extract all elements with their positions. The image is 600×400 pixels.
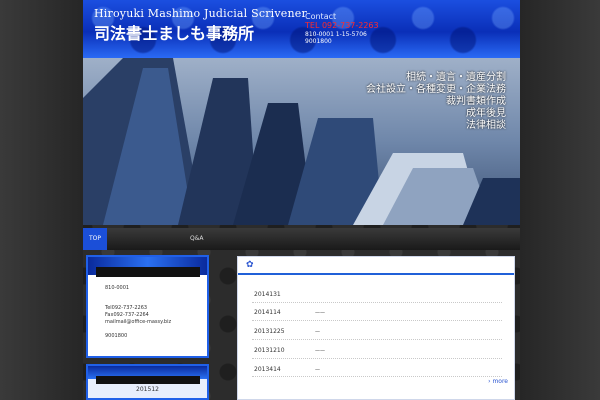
hero-service-line: 会社設立・各種変更・企業法務: [366, 84, 506, 95]
news-date: 2014131: [254, 291, 281, 298]
news-divider: [252, 376, 502, 377]
news-divider: [252, 302, 502, 303]
news-divider: [252, 358, 502, 359]
page-background-right: [520, 0, 600, 400]
more-link[interactable]: › more: [488, 378, 508, 385]
contact-address: 810-0001 1-15-5706: [305, 31, 367, 38]
calendar-month: 201512: [136, 386, 159, 393]
contact-hours: 9001800: [305, 38, 332, 45]
news-title[interactable]: ——: [315, 310, 325, 316]
hero-service-line: 法律相談: [466, 120, 506, 131]
news-divider: [252, 339, 502, 340]
news-date: 20131225: [254, 328, 285, 335]
calendar-header-bar: [96, 376, 200, 384]
hero-service-line: 成年後見: [466, 108, 506, 119]
news-date: 2014114: [254, 309, 281, 316]
calendar-box: 201512: [86, 364, 209, 400]
nav-item-qa[interactable]: Q&A: [190, 228, 220, 250]
main-nav: TOP Q&A: [83, 228, 520, 250]
news-panel: ✿ 2014131 2014114 —— 20131225 — 20131210…: [237, 256, 515, 400]
news-divider: [252, 320, 502, 321]
contact-label: Contact: [305, 12, 337, 21]
hero-service-line: 相続・遺言・遺産分割: [406, 72, 506, 83]
office-mail[interactable]: mailmail@office-massy.biz: [105, 319, 171, 325]
office-info-box: 810-0001 Tel092-737-2263 Fax092-737-2264…: [86, 255, 209, 358]
office-tel: Tel092-737-2263: [105, 305, 148, 311]
news-date: 20131210: [254, 347, 285, 354]
news-title[interactable]: —: [315, 329, 320, 335]
office-hours: 9001800: [105, 333, 128, 339]
hero-service-line: 裁判書類作成: [446, 96, 506, 107]
flower-icon: ✿: [246, 260, 254, 270]
office-postal: 810-0001: [105, 285, 130, 291]
header-subtitle: Hiroyuki Mashimo Judicial Scrivener: [94, 7, 307, 20]
news-title[interactable]: —: [315, 367, 320, 373]
hero-services: 相続・遺言・遺産分割 会社設立・各種変更・企業法務 裁判書類作成 成年後見 法律…: [366, 72, 506, 132]
sidebar: 810-0001 Tel092-737-2263 Fax092-737-2264…: [86, 255, 212, 400]
news-date: 2013414: [254, 366, 281, 373]
news-header: ✿: [238, 257, 514, 275]
nav-item-top[interactable]: TOP: [83, 228, 107, 250]
site-header: Hiroyuki Mashimo Judicial Scrivener 司法書士…: [83, 0, 520, 58]
news-title[interactable]: ——: [315, 348, 325, 354]
office-info-header-bar: [96, 267, 200, 277]
site-title[interactable]: 司法書士ましも事務所: [94, 20, 254, 44]
hero-banner: 相続・遺言・遺産分割 会社設立・各種変更・企業法務 裁判書類作成 成年後見 法律…: [83, 58, 520, 225]
page-background-left: [0, 0, 83, 400]
contact-phone[interactable]: TEL 092-737-2263: [305, 21, 379, 30]
office-fax: Fax092-737-2264: [105, 312, 149, 318]
